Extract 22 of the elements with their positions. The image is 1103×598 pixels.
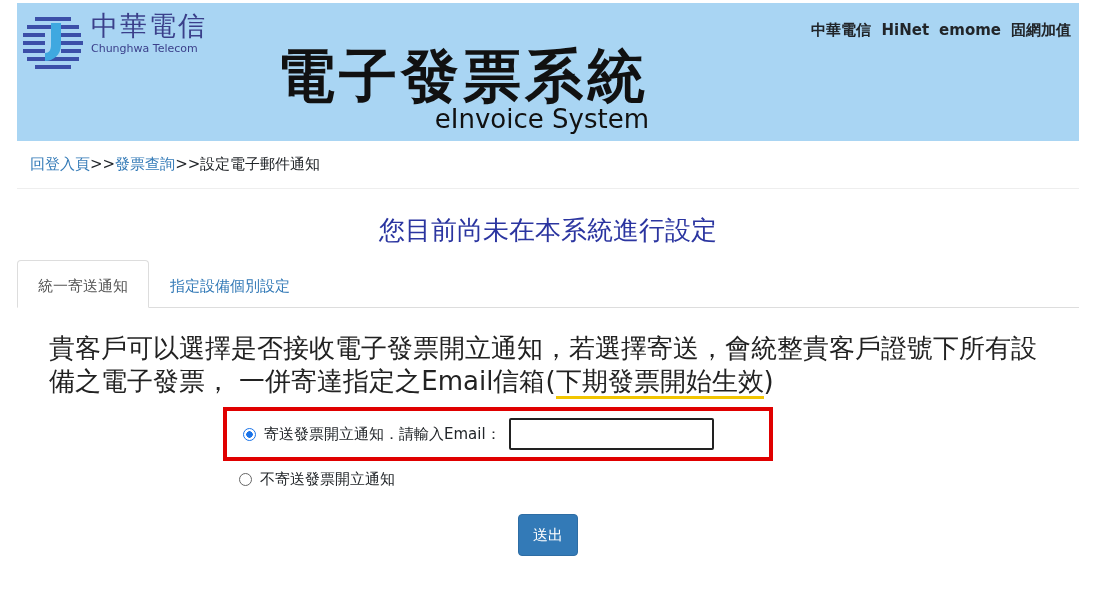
breadcrumb-link[interactable]: 回登入頁 <box>30 155 90 173</box>
system-subtitle: eInvoice System <box>434 105 649 134</box>
breadcrumb-text: >> <box>90 155 116 173</box>
header-link[interactable]: HiNet <box>881 19 930 141</box>
breadcrumb-text: 設定電子郵件通知 <box>200 155 321 173</box>
notice-text: 貴客戶可以選擇是否接收電子發票開立通知，若選擇寄送，會統整貴客戶證號下所有設備之電子發票， 一併寄達指定之Email信箱(下期發票開始生效) <box>49 332 1049 397</box>
breadcrumb-link[interactable]: 發票查詢 <box>115 155 176 173</box>
brand-subtitle: Chunghwa Telecom <box>91 40 199 57</box>
brand-name: 中華電信 <box>91 11 207 41</box>
tab[interactable]: 指定設備個別設定 <box>149 259 311 308</box>
radio-button[interactable] <box>243 427 256 441</box>
option-label: 寄送發票開立通知．請輸入Email： <box>264 423 501 445</box>
header-link[interactable]: emome <box>939 19 1001 141</box>
system-title: 電子發票系統 <box>277 47 649 105</box>
submit-button[interactable]: 送出 <box>518 513 578 556</box>
header-link[interactable]: 固網加值 <box>1011 19 1071 141</box>
page-heading: 您目前尚未在本系統進行設定 <box>378 213 718 247</box>
option-label: 不寄送發票開立通知 <box>260 469 395 490</box>
tab[interactable]: 統一寄送通知 <box>17 259 149 308</box>
breadcrumb-text: >> <box>175 155 201 173</box>
email-field[interactable] <box>508 418 714 450</box>
header-link[interactable]: 中華電信 <box>811 19 872 141</box>
